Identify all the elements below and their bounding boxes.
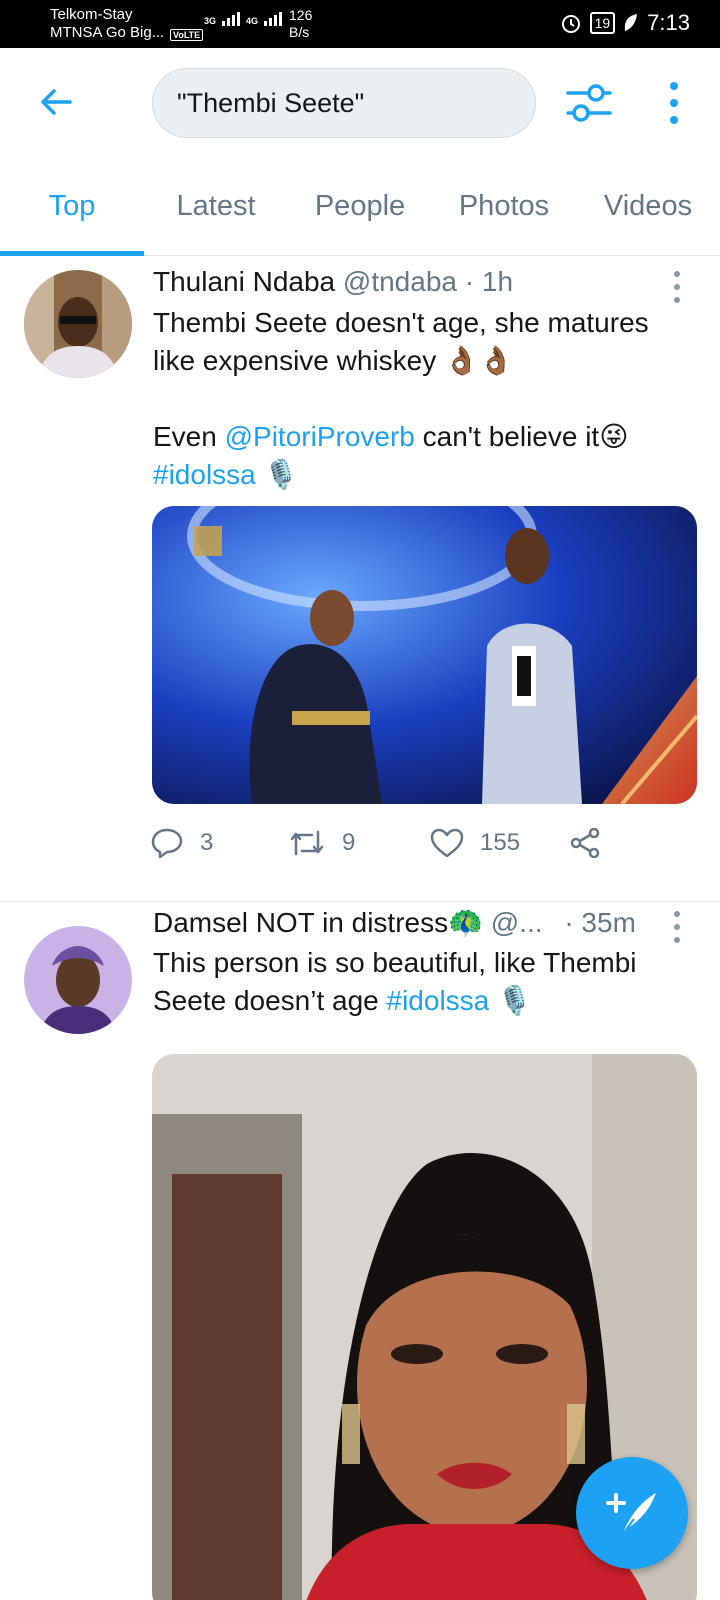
tweet-media-image[interactable] (152, 506, 697, 804)
leaf-icon (624, 14, 638, 31)
carrier-names: Telkom-Stay MTNSA Go Big... (50, 6, 164, 42)
tweet[interactable]: Thulani Ndaba @tndaba · 1h Thembi Seete … (0, 256, 720, 901)
author-name[interactable]: Thulani Ndaba (153, 266, 335, 297)
tweet-header: Damsel NOT in distress🦚 @... · 35m (153, 906, 636, 939)
hashtag-link[interactable]: #idolssa (387, 985, 490, 1016)
emoji: 🎙️ (263, 458, 299, 491)
reply-count: 3 (200, 829, 214, 856)
tweet-text-part: doesn’t age (226, 985, 387, 1016)
tab-videos[interactable]: Videos (576, 158, 720, 255)
share-button[interactable] (568, 826, 602, 860)
signal-bars-icon (222, 10, 241, 26)
avatar[interactable] (24, 270, 132, 378)
author-handle[interactable]: @... (491, 907, 543, 938)
tweet-text-part: can't believe it (414, 421, 600, 452)
signal-bars-icon (264, 10, 283, 26)
network-type-2: 4G (246, 16, 259, 26)
volte-badge: VoLTE (170, 29, 204, 41)
tab-latest[interactable]: Latest (144, 158, 288, 255)
reply-button[interactable]: 3 (150, 826, 213, 860)
compose-tweet-button[interactable] (576, 1457, 688, 1569)
retweet-button[interactable]: 9 (288, 826, 355, 860)
avatar[interactable] (24, 926, 132, 1034)
carrier-1: Telkom-Stay (50, 6, 133, 23)
separator: · (564, 907, 574, 938)
emoji: 😜 (599, 420, 629, 453)
tweet-menu-icon[interactable] (670, 910, 684, 944)
retweet-count: 9 (342, 829, 356, 856)
share-icon (570, 827, 600, 859)
emoji: 🎙️ (497, 984, 532, 1017)
search-header: "Thembi Seete" (0, 48, 720, 158)
tab-people[interactable]: People (288, 158, 432, 255)
tweet-actions: 3 9 155 (150, 826, 630, 866)
retweet-icon (290, 830, 324, 856)
like-icon (430, 828, 464, 858)
tweet-text: This person is so beautiful, like Thembi… (153, 944, 683, 1020)
compose-icon (606, 1493, 656, 1536)
signal-indicators: 3G 4G (204, 10, 283, 26)
filter-icon[interactable] (566, 80, 612, 126)
tab-photos[interactable]: Photos (432, 158, 576, 255)
emoji: 🦚 (448, 906, 483, 939)
network-speed: 126 B/s (289, 7, 312, 41)
tweet-menu-icon[interactable] (670, 270, 684, 304)
tab-top[interactable]: Top (0, 158, 144, 256)
hashtag-link[interactable]: #idolssa (153, 459, 256, 490)
highlighted-term: Thembi Seete (153, 307, 328, 338)
clock: 7:13 (647, 10, 690, 35)
search-input[interactable]: "Thembi Seete" (152, 68, 536, 138)
status-right: 19 7:13 (560, 10, 690, 36)
tweet-text-part: Even (153, 421, 225, 452)
speed-unit: B/s (289, 24, 310, 40)
speed-value: 126 (289, 7, 313, 23)
like-button[interactable]: 155 (430, 826, 520, 860)
separator: · (464, 266, 475, 297)
battery-indicator: 19 (589, 12, 616, 34)
alarm-icon (561, 15, 580, 33)
reply-icon (151, 828, 183, 859)
like-count: 155 (480, 829, 521, 856)
emoji: 👌🏾👌🏾 (444, 344, 514, 377)
author-handle[interactable]: @tndaba (343, 266, 457, 297)
network-type-1: 3G (204, 16, 217, 26)
tweet-time: 1h (481, 266, 514, 297)
back-arrow-icon[interactable] (36, 82, 76, 122)
author-name[interactable]: Damsel NOT in distress (153, 907, 448, 938)
tweet-text-part: This person is so beautiful, like (153, 947, 544, 978)
tweet-text: Thembi Seete doesn't age, she matures li… (153, 304, 683, 494)
carrier-2: MTNSA Go Big... (50, 24, 165, 41)
tweet-header: Thulani Ndaba @tndaba · 1h (153, 266, 513, 298)
tweet-time: 35m (581, 907, 636, 938)
more-vertical-icon[interactable] (664, 80, 684, 126)
status-bar: Telkom-Stay MTNSA Go Big... VoLTE 3G 4G … (0, 0, 720, 48)
mention-link[interactable]: @PitoriProverb (225, 421, 415, 452)
search-tabs: Top Latest People Photos Videos (0, 158, 720, 256)
